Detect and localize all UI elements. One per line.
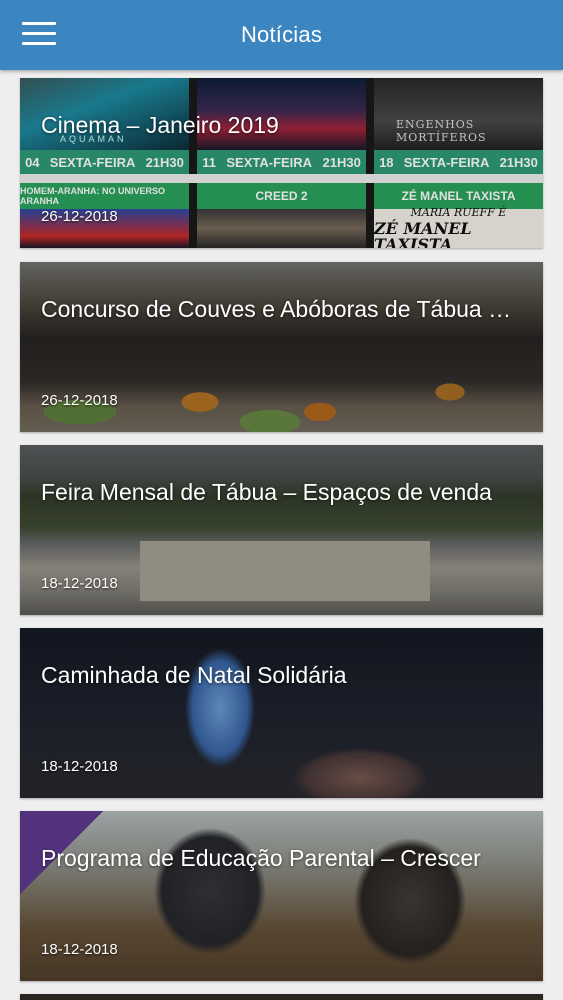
news-title: Concurso de Couves e Abóboras de Tábua 2…: [41, 296, 521, 322]
news-date: 26-12-2018: [41, 392, 118, 409]
news-title: Feira Mensal de Tábua – Espaços de venda: [41, 479, 492, 505]
news-date: 18-12-2018: [41, 941, 118, 958]
news-card[interactable]: AQUAMAN ENGENHOS MORTÍFEROS 04 SEXTA-FEIR…: [20, 78, 543, 248]
news-card[interactable]: Programa de Educação Parental – Crescer …: [20, 811, 543, 981]
news-date: 18-12-2018: [41, 758, 118, 775]
news-card[interactable]: Feira Mensal de Tábua – Espaços de venda…: [20, 445, 543, 615]
news-list[interactable]: AQUAMAN ENGENHOS MORTÍFEROS 04 SEXTA-FEIR…: [0, 70, 563, 1000]
page-title: Notícias: [240, 22, 323, 47]
news-date: 18-12-2018: [41, 575, 118, 592]
news-date: 26-12-2018: [41, 208, 118, 225]
hamburger-menu-icon[interactable]: [22, 22, 58, 48]
news-title: Caminhada de Natal Solidária: [41, 662, 347, 688]
news-card[interactable]: [20, 994, 543, 1000]
news-title: Cinema – Janeiro 2019: [41, 112, 279, 138]
app-bar: Notícias: [0, 0, 563, 70]
news-title: Programa de Educação Parental – Crescer: [41, 845, 481, 871]
news-card[interactable]: Concurso de Couves e Abóboras de Tábua 2…: [20, 262, 543, 432]
news-card[interactable]: Caminhada de Natal Solidária 18-12-2018: [20, 628, 543, 798]
